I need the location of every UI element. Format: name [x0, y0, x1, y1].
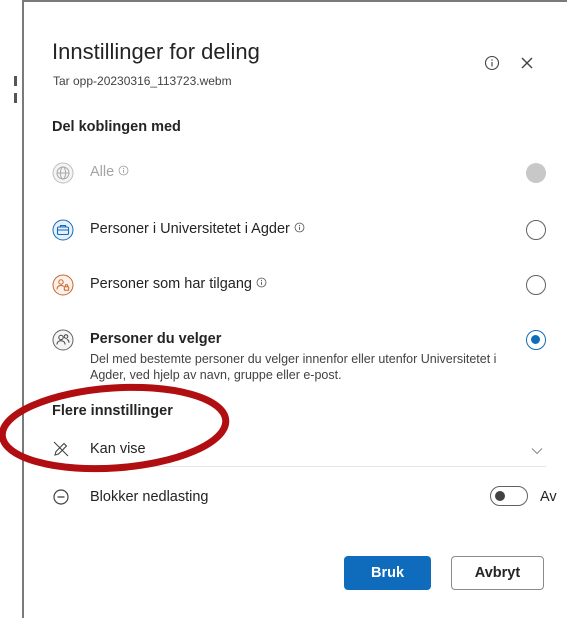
apply-button[interactable]: Bruk [344, 556, 431, 590]
option-label-text: Personer i Universitetet i Agder [90, 221, 290, 237]
option-everyone-label: Alle [90, 164, 129, 180]
people-icon [52, 329, 74, 351]
radio-specific-people[interactable] [526, 330, 546, 350]
dialog-subtitle: Tar opp-20230316_113723.webm [53, 74, 232, 88]
option-specific-people-description: Del med bestemte personer du velger inne… [90, 352, 497, 382]
info-icon [294, 221, 305, 237]
radio-existing-access[interactable] [526, 275, 546, 295]
cancel-button[interactable]: Avbryt [451, 556, 544, 590]
globe-icon [52, 162, 74, 184]
briefcase-icon [52, 219, 74, 241]
option-organization-label: Personer i Universitetet i Agder [90, 221, 305, 237]
share-settings-dialog: Innstillinger for deling Tar opp-2023031… [24, 2, 567, 618]
close-icon[interactable] [517, 53, 537, 73]
block-download-toggle-text: Av [540, 489, 557, 505]
block-download-toggle[interactable] [490, 486, 528, 506]
option-existing-access[interactable]: Personer som har tilgang [52, 274, 546, 310]
radio-everyone [526, 163, 546, 183]
permission-label: Kan vise [90, 441, 146, 457]
option-label-text: Personer som har tilgang [90, 276, 252, 292]
no-edit-pencil-icon [52, 440, 74, 462]
block-download-label: Blokker nedlasting [90, 489, 209, 505]
chevron-down-icon [530, 443, 544, 461]
option-specific-people[interactable]: Personer du velger Del med bestemte pers… [52, 329, 546, 385]
share-with-label: Del koblingen med [52, 119, 181, 135]
permission-dropdown[interactable]: Kan vise [52, 438, 546, 462]
option-specific-people-label: Personer du velger [90, 331, 222, 347]
divider [52, 466, 546, 467]
option-organization[interactable]: Personer i Universitetet i Agder [52, 219, 546, 255]
radio-organization[interactable] [526, 220, 546, 240]
info-icon [256, 276, 267, 292]
more-settings-label: Flere innstillinger [52, 403, 173, 419]
people-lock-icon [52, 274, 74, 296]
block-icon [52, 488, 74, 510]
dialog-title: Innstillinger for deling [52, 39, 260, 64]
option-everyone: Alle [52, 162, 546, 198]
option-existing-access-label: Personer som har tilgang [90, 276, 267, 292]
info-icon [118, 164, 129, 180]
frame-tick [14, 93, 17, 103]
option-label-text: Alle [90, 164, 115, 180]
info-icon[interactable] [482, 53, 502, 73]
frame-tick [14, 76, 17, 86]
block-download-row: Blokker nedlasting Av [52, 486, 557, 510]
